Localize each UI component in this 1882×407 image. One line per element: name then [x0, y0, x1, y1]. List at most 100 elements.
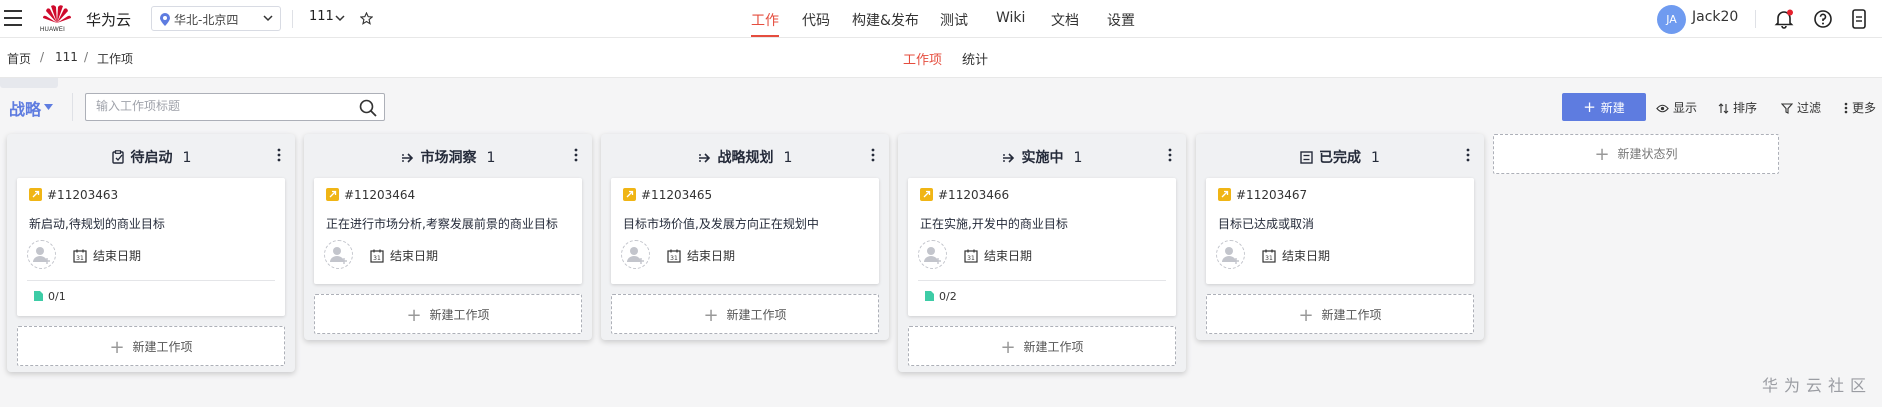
display-button[interactable]: 显示 — [1656, 99, 1697, 116]
work-item-id[interactable]: #11203467 — [1236, 188, 1307, 202]
assignee-avatar[interactable] — [324, 240, 353, 269]
column-header: 已完成 1 — [1196, 134, 1484, 178]
arrow-right-icon — [401, 152, 415, 168]
strategy-tag-icon — [920, 188, 933, 201]
nav-link[interactable]: 测试 — [940, 10, 968, 30]
column-header: 实施中 1 — [898, 134, 1186, 178]
plus-icon: + — [406, 305, 422, 326]
caret-down-icon[interactable] — [44, 104, 53, 110]
add-work-item-button[interactable]: + 新建工作项 — [611, 294, 879, 334]
search-input[interactable] — [96, 99, 346, 113]
add-work-item-button[interactable]: + 新建工作项 — [17, 326, 285, 366]
region-label: 华北-北京四 — [174, 13, 239, 27]
more-vertical-icon — [1844, 102, 1848, 114]
assignee-avatar[interactable] — [27, 240, 56, 269]
divider — [72, 93, 73, 121]
end-date-label: 结束日期 — [687, 249, 736, 263]
user-icon — [627, 247, 644, 264]
view-selector[interactable]: 战略 — [9, 96, 41, 120]
column-title: 市场洞察 — [420, 150, 477, 166]
more-vertical-icon[interactable] — [871, 148, 875, 162]
bell-icon[interactable] — [1774, 9, 1794, 29]
project-selector[interactable]: 111 — [309, 9, 334, 24]
menu-icon[interactable] — [4, 10, 22, 26]
top-navigation-bar: HUAWEI 华为云 华北-北京四 111 工作 代码 构建&发布 测试 Wiki 文档 设… — [0, 0, 1882, 38]
breadcrumb-project[interactable]: 111 — [55, 50, 78, 64]
work-item-title[interactable]: 新启动,待规划的商业目标 — [29, 215, 165, 232]
mobile-app-icon[interactable] — [1851, 9, 1867, 29]
more-vertical-icon[interactable] — [1168, 148, 1172, 162]
work-item-card[interactable]: #11203465 目标市场价值,及发展方向正在规划中 31 结束日期 — [611, 178, 879, 284]
work-item-title[interactable]: 目标市场价值,及发展方向正在规划中 — [623, 215, 819, 232]
add-work-item-button[interactable]: + 新建工作项 — [314, 294, 582, 334]
new-button[interactable]: + 新建 — [1562, 93, 1646, 121]
region-selector[interactable]: 华北-北京四 — [151, 6, 281, 31]
nav-link[interactable]: 设置 — [1107, 10, 1135, 30]
brand-name[interactable]: 华为云 — [86, 9, 131, 30]
calendar-icon: 31 — [1262, 249, 1276, 263]
username[interactable]: Jack20 — [1692, 9, 1738, 25]
nav-link[interactable]: Wiki — [996, 10, 1025, 26]
more-vertical-icon[interactable] — [277, 148, 281, 162]
nav-link[interactable]: 构建&发布 — [852, 10, 919, 30]
end-date-field[interactable]: 31 结束日期 — [370, 247, 438, 264]
sort-button[interactable]: 排序 — [1718, 99, 1757, 116]
subtask-progress[interactable]: 0/2 — [924, 290, 957, 303]
more-vertical-icon[interactable] — [574, 148, 578, 162]
work-item-card[interactable]: #11203467 目标已达成或取消 31 结束日期 — [1206, 178, 1474, 284]
nav-link[interactable]: 文档 — [1051, 10, 1079, 30]
work-item-card[interactable]: #11203466 正在实施,开发中的商业目标 31 结束日期 0/2 — [908, 178, 1176, 316]
filter-button[interactable]: 过滤 — [1780, 99, 1821, 116]
work-item-title[interactable]: 目标已达成或取消 — [1218, 215, 1314, 232]
assignee-avatar[interactable] — [918, 240, 947, 269]
favorite-star-icon[interactable] — [360, 12, 373, 25]
search-box[interactable] — [85, 93, 385, 121]
end-date-field[interactable]: 31 结束日期 — [667, 247, 735, 264]
assignee-avatar[interactable] — [621, 240, 650, 269]
work-item-id[interactable]: #11203463 — [47, 188, 118, 202]
work-item-title[interactable]: 正在进行市场分析,考察发展前景的商业目标 — [326, 215, 558, 232]
end-date-field[interactable]: 31 结束日期 — [964, 247, 1032, 264]
add-status-column-button[interactable]: + 新建状态列 — [1493, 134, 1779, 174]
help-icon[interactable] — [1813, 9, 1833, 29]
user-icon — [924, 247, 941, 264]
add-work-item-button[interactable]: + 新建工作项 — [908, 326, 1176, 366]
end-date-label: 结束日期 — [984, 249, 1033, 263]
tab-work-items[interactable]: 工作项 — [903, 49, 942, 68]
assignee-avatar[interactable] — [1216, 240, 1245, 269]
work-item-title[interactable]: 正在实施,开发中的商业目标 — [920, 215, 1068, 232]
column-header: 战略规划 1 — [601, 134, 889, 178]
work-item-card[interactable]: #11203464 正在进行市场分析,考察发展前景的商业目标 31 结束日期 — [314, 178, 582, 284]
add-work-item-label: 新建工作项 — [726, 308, 787, 322]
work-item-id[interactable]: #11203465 — [641, 188, 712, 202]
end-date-label: 结束日期 — [390, 249, 439, 263]
filter-icon — [1780, 103, 1794, 114]
breadcrumb-bar: 首页 / 111 / 工作项 工作项 统计 — [0, 38, 1882, 78]
nav-link[interactable]: 工作 — [751, 10, 779, 30]
divider — [27, 280, 275, 281]
chevron-down-icon[interactable] — [335, 13, 345, 23]
divider — [292, 10, 293, 28]
work-item-card[interactable]: #11203463 新启动,待规划的商业目标 31 结束日期 0/1 — [17, 178, 285, 316]
user-avatar[interactable]: JA — [1657, 5, 1686, 34]
column-title: 已完成 — [1319, 150, 1362, 166]
tab-statistics[interactable]: 统计 — [962, 49, 988, 68]
work-item-id[interactable]: #11203464 — [344, 188, 415, 202]
nav-link[interactable]: 代码 — [802, 10, 830, 30]
breadcrumb-home[interactable]: 首页 — [7, 50, 31, 67]
search-icon[interactable] — [359, 99, 377, 117]
more-vertical-icon[interactable] — [1466, 148, 1470, 162]
plus-icon: + — [1000, 337, 1016, 358]
collapse-handle[interactable] — [0, 78, 58, 88]
svg-text:31: 31 — [670, 255, 678, 262]
work-item-id[interactable]: #11203466 — [938, 188, 1009, 202]
status-column: 已完成 1 #11203467 目标已达成或取消 31 结束日期 + 新建工作项 — [1196, 134, 1484, 340]
subtask-count: 0/2 — [939, 290, 957, 303]
more-button[interactable]: 更多 — [1844, 99, 1876, 116]
end-date-field[interactable]: 31 结束日期 — [1262, 247, 1330, 264]
end-date-field[interactable]: 31 结束日期 — [73, 247, 141, 264]
divider — [1755, 10, 1756, 28]
subtask-count: 0/1 — [48, 290, 66, 303]
add-work-item-button[interactable]: + 新建工作项 — [1206, 294, 1474, 334]
subtask-progress[interactable]: 0/1 — [33, 290, 66, 303]
